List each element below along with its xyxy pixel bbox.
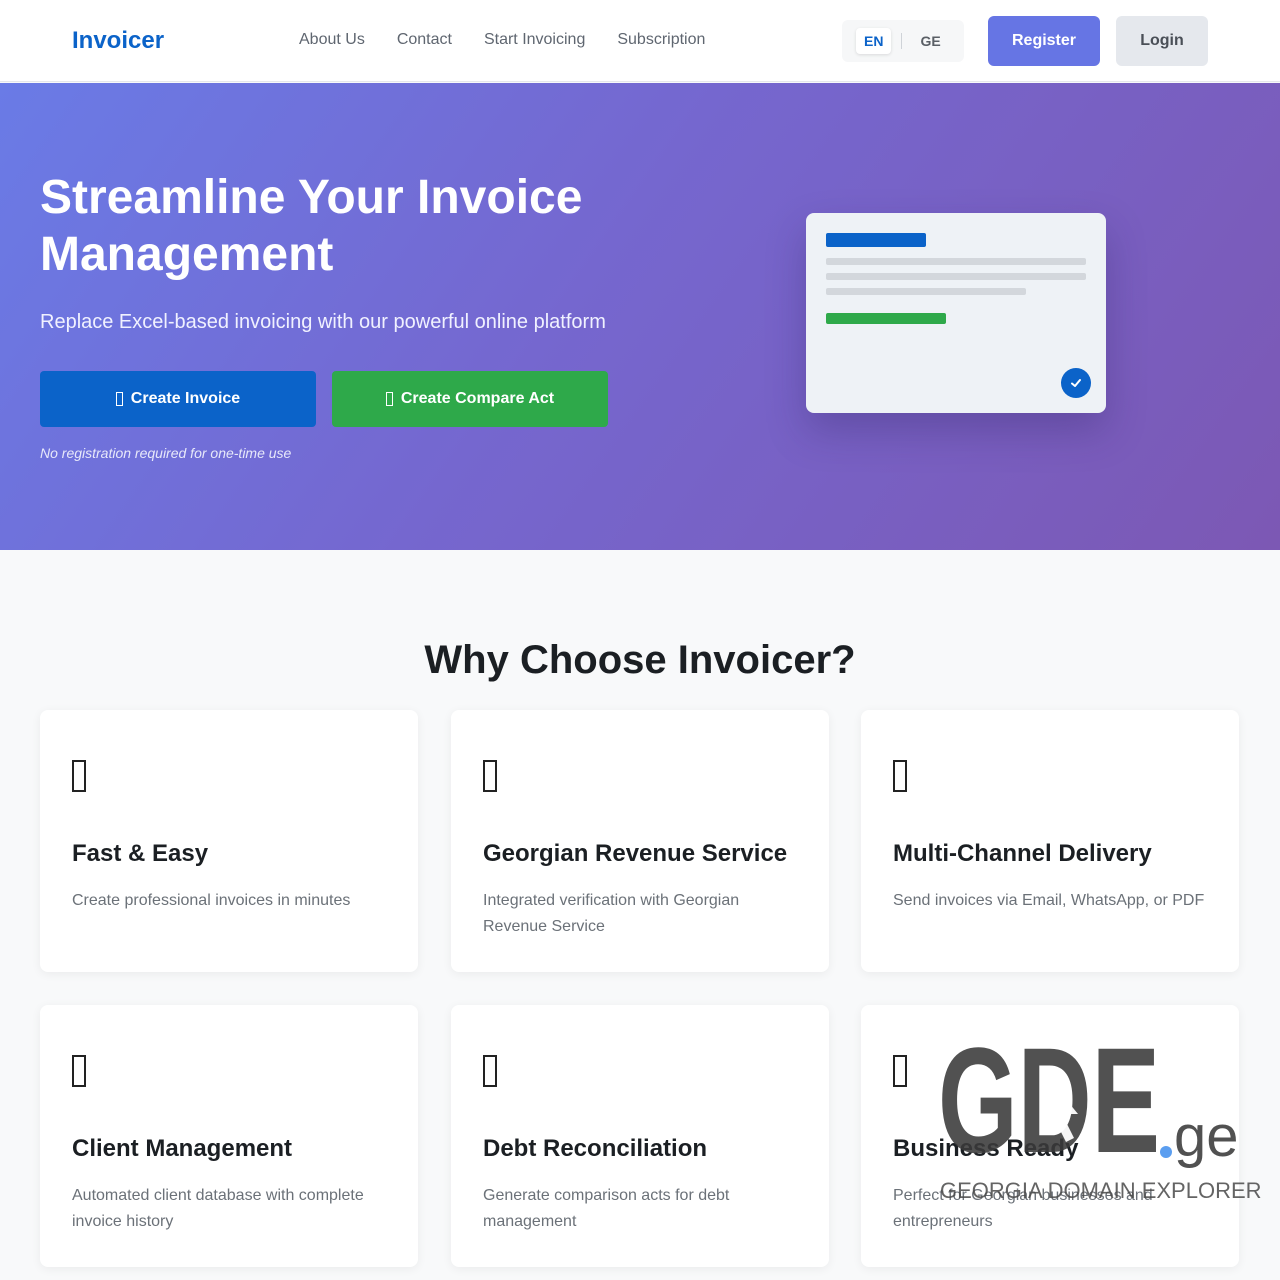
nav-start-invoicing[interactable]: Start Invoicing: [484, 31, 585, 49]
create-invoice-button[interactable]: Create Invoice: [40, 371, 316, 427]
login-button[interactable]: Login: [1116, 16, 1208, 66]
lightning-icon: [72, 760, 86, 792]
check-icon: [1061, 368, 1091, 398]
hero-note: No registration required for one-time us…: [40, 445, 292, 461]
feature-title: Client Management: [72, 1135, 293, 1162]
illustration-header-bar: [826, 233, 926, 247]
feature-card: Client Management Automated client datab…: [40, 1005, 418, 1267]
illustration-line: [826, 273, 1086, 280]
briefcase-icon: [893, 1055, 907, 1087]
main-nav: About Us Contact Start Invoicing Subscri…: [299, 31, 705, 49]
feature-desc: Integrated verification with Georgian Re…: [483, 892, 740, 935]
lang-ge-button[interactable]: GE: [912, 28, 948, 54]
illustration-line: [826, 258, 1086, 265]
hero-section: Streamline Your Invoice Management Repla…: [0, 83, 1280, 550]
feature-card: Fast & Easy Create professional invoices…: [40, 710, 418, 972]
compare-icon: [385, 392, 393, 406]
feature-title: Georgian Revenue Service: [483, 840, 788, 867]
feature-card: Multi-Channel Delivery Send invoices via…: [861, 710, 1239, 972]
send-icon: [893, 760, 907, 792]
svg-text:ge: ge: [1174, 1104, 1238, 1169]
create-compare-act-button[interactable]: Create Compare Act: [332, 371, 608, 427]
nav-contact[interactable]: Contact: [397, 31, 452, 49]
language-switcher: EN GE: [842, 20, 964, 62]
invoice-icon: [115, 392, 123, 406]
logo[interactable]: Invoicer: [72, 27, 164, 55]
watermark-tagline: GEORGIA DOMAIN EXPLORER: [940, 1178, 1262, 1203]
users-icon: [72, 1055, 86, 1087]
create-compare-label: Create Compare Act: [400, 390, 555, 407]
nav-subscription[interactable]: Subscription: [617, 31, 705, 49]
feature-card: Georgian Revenue Service Integrated veri…: [451, 710, 829, 972]
lang-divider: [901, 33, 903, 49]
feature-title: Multi-Channel Delivery: [893, 840, 1152, 867]
feature-desc: Create professional invoices in minutes: [72, 892, 351, 909]
verified-icon: [483, 760, 497, 792]
balance-icon: [483, 1055, 497, 1087]
feature-desc: Automated client database with complete …: [72, 1187, 364, 1230]
register-button[interactable]: Register: [988, 16, 1100, 66]
illustration-line: [826, 288, 1026, 295]
hero-subtitle: Replace Excel-based invoicing with our p…: [40, 311, 606, 333]
feature-title: Fast & Easy: [72, 840, 209, 867]
feature-title: Debt Reconciliation: [483, 1135, 708, 1162]
invoice-illustration: [806, 213, 1106, 413]
features-title: Why Choose Invoicer?: [424, 638, 856, 682]
create-invoice-label: Create Invoice: [130, 390, 241, 407]
hero-title: Streamline Your Invoice Management: [40, 171, 583, 281]
lang-en-button[interactable]: EN: [856, 28, 892, 54]
feature-card: Debt Reconciliation Generate comparison …: [451, 1005, 829, 1267]
nav-about-us[interactable]: About Us: [299, 31, 365, 49]
feature-desc: Send invoices via Email, WhatsApp, or PD…: [893, 892, 1205, 909]
illustration-total-bar: [826, 313, 946, 324]
site-header: Invoicer About Us Contact Start Invoicin…: [0, 0, 1280, 82]
feature-desc: Generate comparison acts for debt manage…: [483, 1187, 730, 1230]
